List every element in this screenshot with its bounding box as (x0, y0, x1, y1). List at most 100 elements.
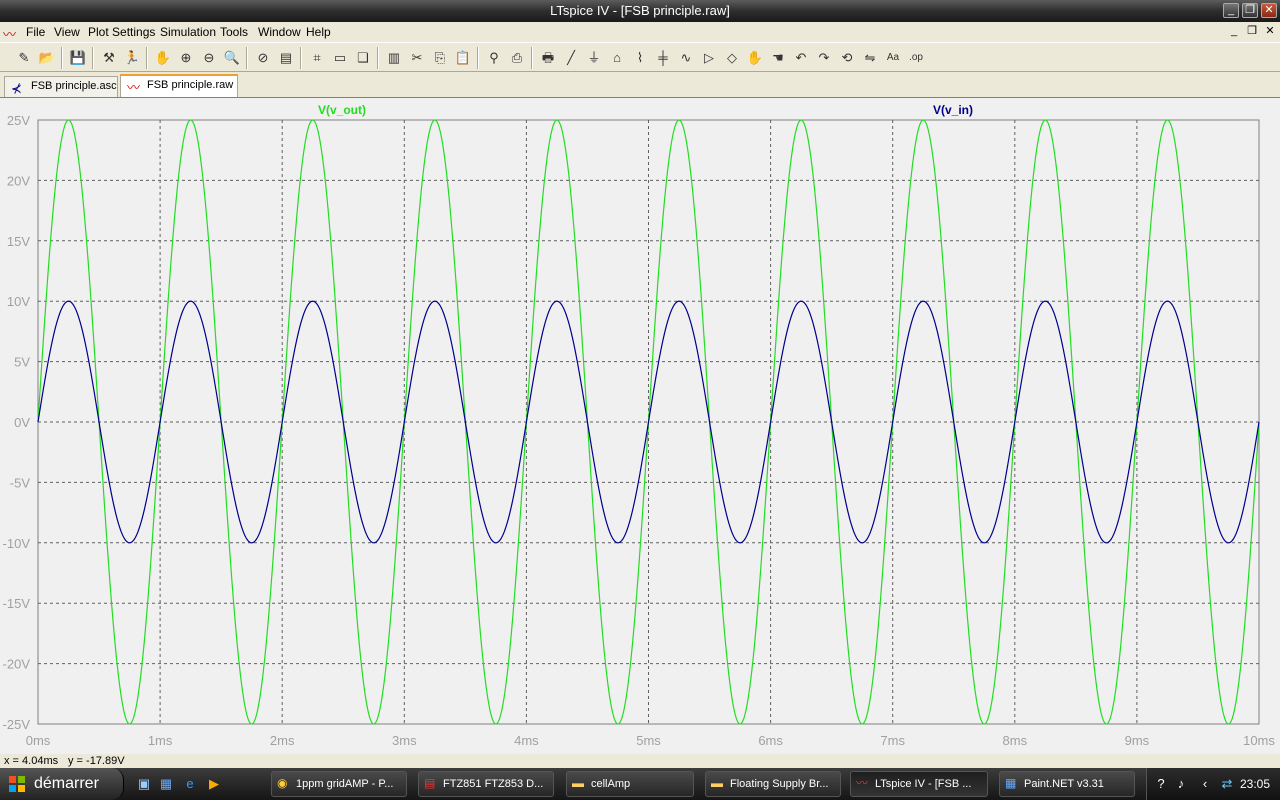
menu-help[interactable]: Help (306, 25, 331, 39)
volume-icon[interactable]: ♪ (1173, 776, 1189, 792)
chevron-left-icon[interactable]: ‹ (1197, 776, 1213, 792)
run-icon[interactable]: 🏃 (122, 48, 142, 68)
x-tick-label: 6ms (758, 733, 783, 748)
rotate-icon[interactable]: ⟲ (837, 48, 857, 68)
new-schematic-icon[interactable]: ✎ (14, 48, 34, 68)
media-player-icon[interactable]: ▶ (206, 776, 222, 792)
taskbar-item-label: Paint.NET v3.31 (1024, 778, 1104, 790)
zoom-in-icon[interactable]: ⊕ (176, 48, 196, 68)
spice-directive-icon[interactable]: .op (906, 48, 926, 68)
mirror-icon[interactable]: ⇋ (860, 48, 880, 68)
cursor-x-readout: x = 4.04ms (4, 755, 59, 767)
pan-hand-icon[interactable]: ✋ (153, 48, 173, 68)
zoom-cancel-icon[interactable]: ⊘ (253, 48, 273, 68)
network-icon[interactable]: ⇄ (1219, 776, 1235, 792)
ground-icon[interactable]: ⏚ (584, 48, 604, 68)
taskbar-item-label: Floating Supply Br... (730, 778, 829, 790)
taskbar-item[interactable]: ▬ Floating Supply Br... (705, 771, 841, 797)
move-icon[interactable]: ✋ (745, 48, 765, 68)
y-tick-label: 15V (7, 234, 30, 249)
component-icon[interactable]: ◇ (722, 48, 742, 68)
save-icon[interactable]: 💾 (68, 48, 88, 68)
taskbar-item-label: LTspice IV - [FSB ... (875, 778, 972, 790)
drag-icon[interactable]: ☚ (768, 48, 788, 68)
paste-icon[interactable]: 📋 (453, 48, 473, 68)
menu-simulation[interactable]: Simulation (160, 25, 216, 39)
y-tick-label: -20V (3, 657, 31, 672)
taskbar-item[interactable]: ▬ cellAmp (566, 771, 694, 797)
control-panel-icon[interactable]: ⚒ (99, 48, 119, 68)
start-button[interactable]: démarrer (0, 768, 124, 800)
pdf-icon: ▤ (424, 776, 436, 790)
resistor-icon[interactable]: ⌇ (630, 48, 650, 68)
status-bar: x = 4.04ms y = -17.89V (0, 754, 1280, 768)
menu-view[interactable]: View (54, 25, 80, 39)
help-icon[interactable]: ? (1153, 776, 1169, 792)
mdi-close-button[interactable]: ✕ (1262, 25, 1278, 39)
x-tick-label: 9ms (1125, 733, 1150, 748)
waveform-plot[interactable]: 0ms 1ms 2ms 3ms 4ms 5ms 6ms 7ms 8ms 9ms 10ms 25V 20V… (0, 98, 1280, 755)
taskbar-item-label: FTZ851 FTZ853 D... (443, 778, 544, 790)
x-tick-label: 0ms (26, 733, 51, 748)
inductor-icon[interactable]: ∿ (676, 48, 696, 68)
menu-tools[interactable]: Tools (220, 25, 248, 39)
cascade-icon[interactable]: ❏ (353, 48, 373, 68)
capacitor-icon[interactable]: ╪ (653, 48, 673, 68)
cursor-y-readout: y = -17.89V (68, 755, 125, 767)
menu-plot-settings[interactable]: Plot Settings (88, 25, 155, 39)
mdi-restore-button[interactable]: ❐ (1244, 25, 1260, 39)
diode-icon[interactable]: ▷ (699, 48, 719, 68)
tab-fsb-principle-asc[interactable]: ⊀ FSB principle.asc (4, 76, 118, 97)
print-preview-icon[interactable]: ⎙ (507, 48, 527, 68)
schematic-icon: ⊀ (11, 81, 22, 96)
pick-traces-icon[interactable]: ⌗ (307, 48, 327, 68)
text-icon[interactable]: Aa (883, 48, 903, 68)
y-tick-label: -15V (3, 596, 31, 611)
taskbar: démarrer ▣ ▦ e ▶ ◉ 1ppm gridAMP - P... ▤ FT… (0, 768, 1280, 800)
print-icon[interactable]: 🖶 (538, 48, 558, 68)
taskbar-item[interactable]: 〰 LTspice IV - [FSB ... (850, 771, 988, 797)
x-tick-label: 8ms (1003, 733, 1028, 748)
close-button[interactable]: ✕ (1261, 3, 1277, 18)
taskbar-item[interactable]: ▦ Paint.NET v3.31 (999, 771, 1135, 797)
ltspice-icon: 〰 (856, 776, 869, 790)
windows-logo-icon (9, 776, 25, 792)
taskbar-item-label: 1ppm gridAMP - P... (296, 778, 394, 790)
y-tick-label: 5V (14, 355, 30, 370)
autorange-icon[interactable]: ▤ (276, 48, 296, 68)
waveform-viewer[interactable]: 0ms 1ms 2ms 3ms 4ms 5ms 6ms 7ms 8ms 9ms 10ms 25V 20V… (0, 97, 1280, 754)
x-tick-label: 4ms (514, 733, 539, 748)
toolbar: ✎ 📂 💾 ⚒ 🏃 ✋ ⊕ ⊖ 🔍 ⊘ ▤ ⌗ ▭ ❏ ▥ ✂ ⎘ 📋 ⚲ ⎙ 🖶 ╱ ⏚ ⌂ ⌇ ╪ ∿ ▷ ◇ ✋ ☚ ↶ ↷ ⟲ ⇋ Aa .op (0, 42, 1280, 72)
menu-file[interactable]: File (26, 25, 45, 39)
clock: 23:05 (1240, 777, 1271, 791)
paintnet-icon: ▦ (1005, 776, 1017, 790)
wire-icon[interactable]: ╱ (561, 48, 581, 68)
maximize-button[interactable]: ❐ (1242, 3, 1258, 18)
minimize-button[interactable]: _ (1223, 3, 1239, 18)
zoom-out-icon[interactable]: ⊖ (199, 48, 219, 68)
desktop-icon[interactable]: ▣ (136, 776, 152, 792)
menu-window[interactable]: Window (258, 25, 301, 39)
tab-fsb-principle-raw[interactable]: 〰 FSB principle.raw (120, 74, 238, 97)
ie-icon[interactable]: e (182, 776, 198, 792)
chrome-icon: ◉ (277, 776, 288, 790)
windows-icon[interactable]: ▦ (158, 776, 174, 792)
waveform-doc-icon[interactable]: 〰 (3, 24, 16, 43)
taskbar-item[interactable]: ▤ FTZ851 FTZ853 D... (418, 771, 554, 797)
taskbar-item[interactable]: ◉ 1ppm gridAMP - P... (271, 771, 407, 797)
undo-icon[interactable]: ↶ (791, 48, 811, 68)
tile-horizontal-icon[interactable]: ▭ (330, 48, 350, 68)
x-tick-label: 2ms (270, 733, 295, 748)
y-tick-label: 25V (7, 113, 30, 128)
zoom-area-icon[interactable]: 🔍 (222, 48, 242, 68)
label-net-icon[interactable]: ⌂ (607, 48, 627, 68)
copy-icon[interactable]: ⎘ (430, 48, 450, 68)
mdi-minimize-button[interactable]: _ (1226, 25, 1242, 39)
x-tick-label: 1ms (148, 733, 173, 748)
redo-icon[interactable]: ↷ (814, 48, 834, 68)
open-icon[interactable]: 📂 (37, 48, 57, 68)
find-icon[interactable]: ⚲ (484, 48, 504, 68)
tile-vertical-icon[interactable]: ▥ (384, 48, 404, 68)
cut-icon[interactable]: ✂ (407, 48, 427, 68)
x-tick-label: 3ms (392, 733, 417, 748)
